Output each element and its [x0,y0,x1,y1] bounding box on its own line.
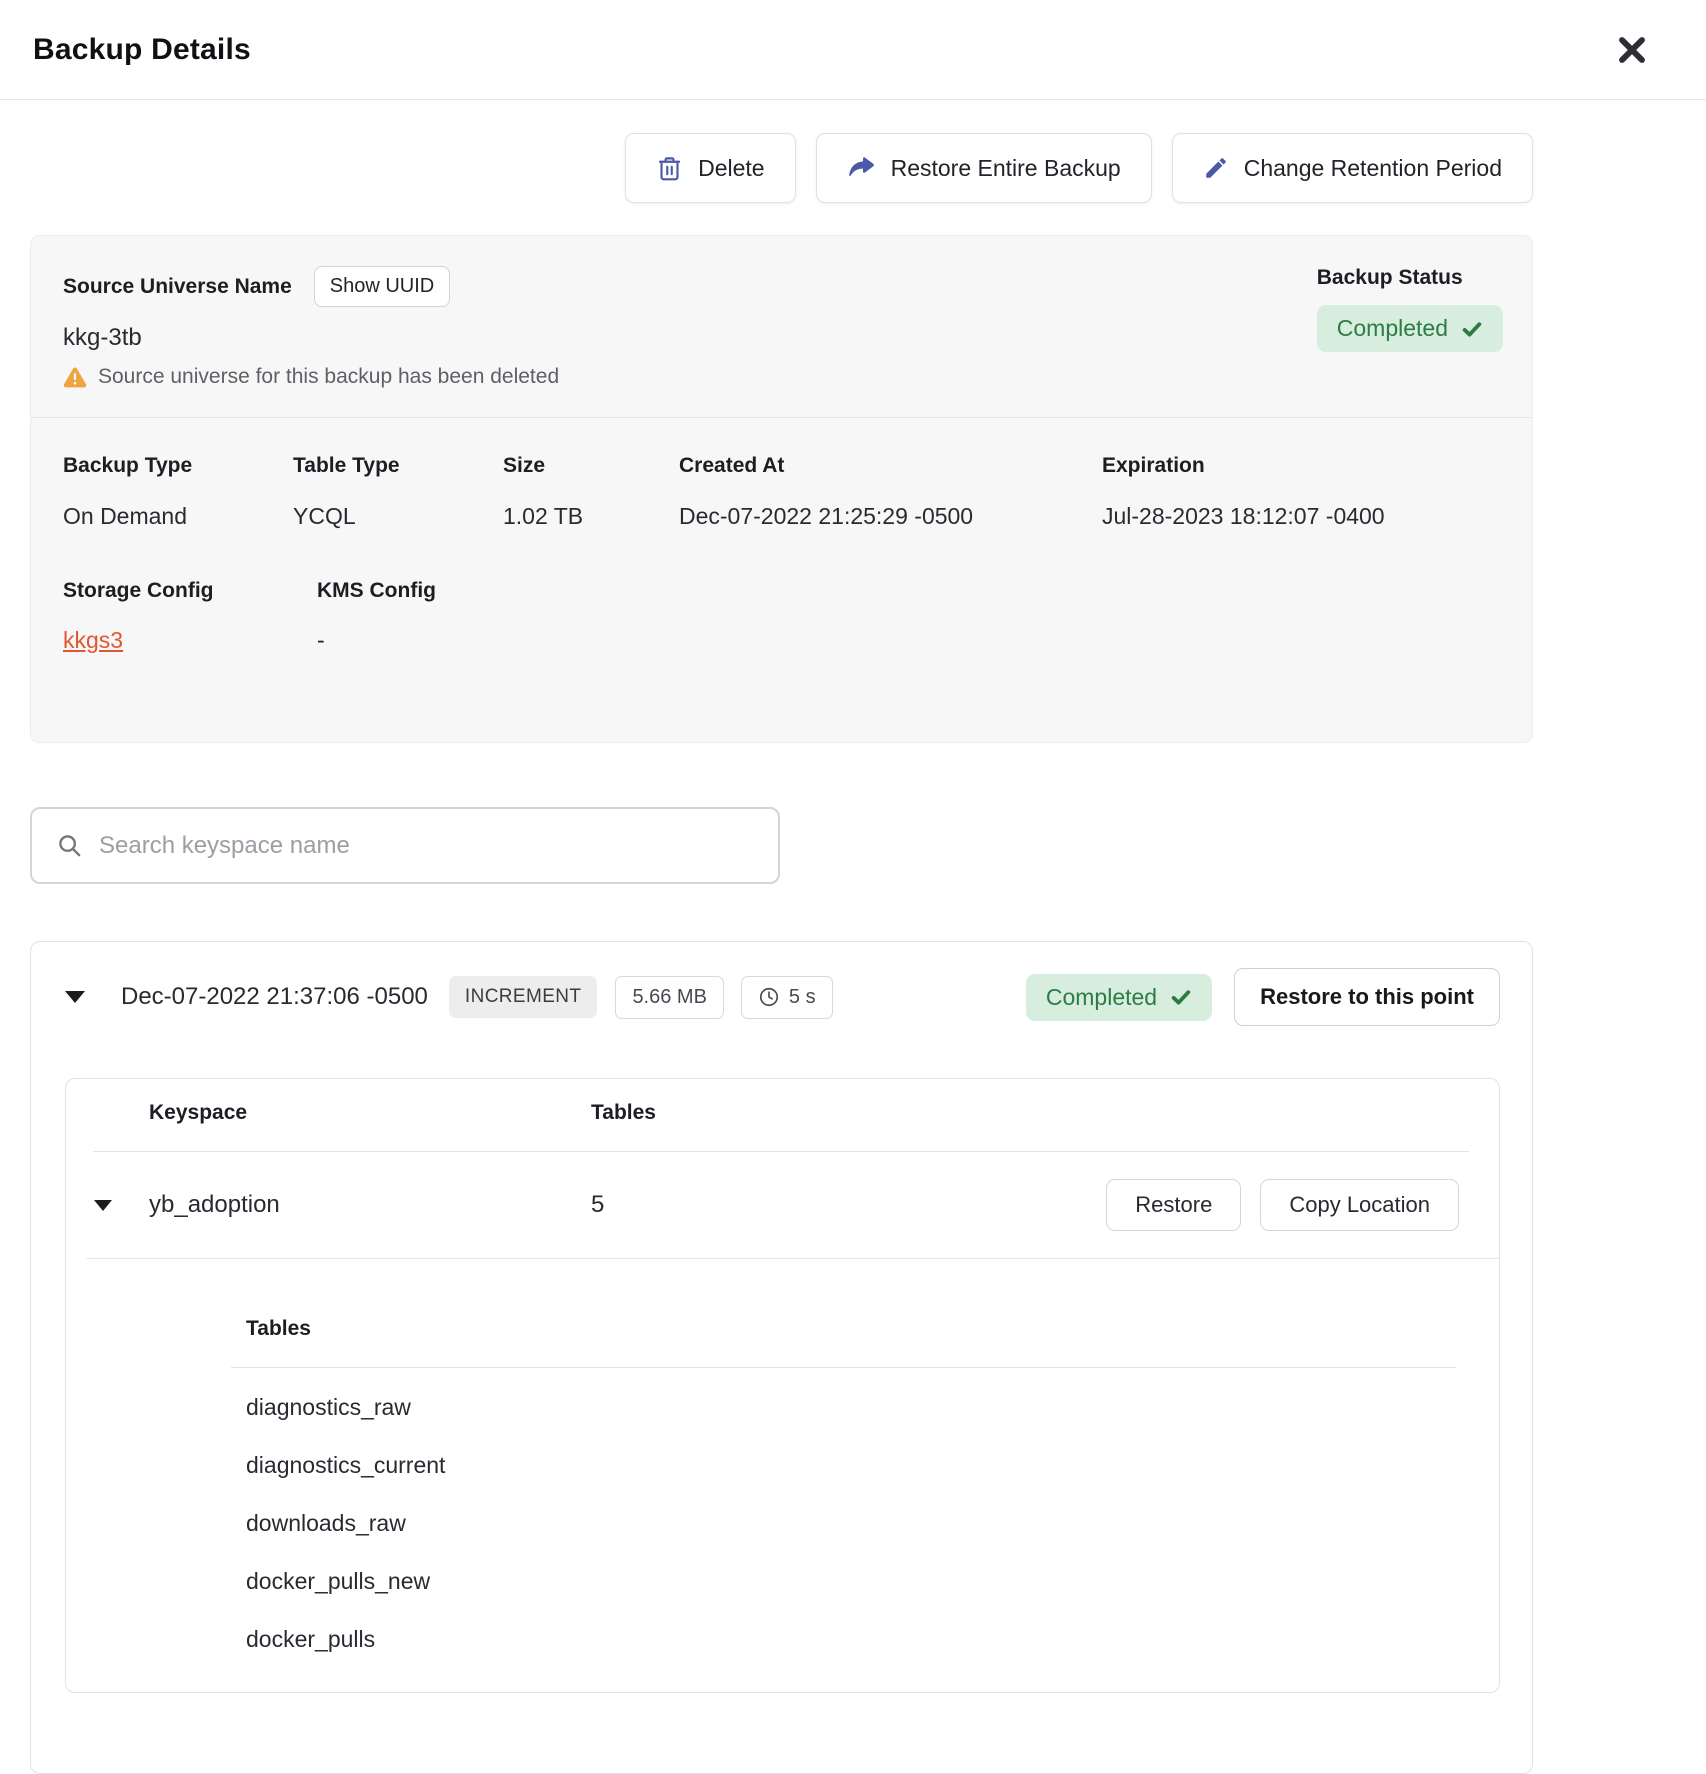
close-icon [1616,34,1648,66]
delete-label: Delete [698,155,764,182]
backup-status-label: Backup Status [1317,266,1503,290]
check-icon [1170,986,1192,1008]
increment-card: Dec-07-2022 21:37:06 -0500 INCREMENT 5.6… [30,941,1533,1774]
check-icon [1461,318,1483,340]
restore-entire-backup-button[interactable]: Restore Entire Backup [816,133,1152,203]
change-retention-period-button[interactable]: Change Retention Period [1172,133,1533,203]
field-size: Size 1.02 TB [503,454,679,530]
tables-section-header: Tables [246,1317,1499,1341]
restore-entire-backup-label: Restore Entire Backup [891,155,1121,182]
created-at-value: Dec-07-2022 21:25:29 -0500 [679,503,1102,530]
chevron-down-icon [94,1200,112,1211]
backup-status-text: Completed [1337,315,1448,342]
keyspace-column-header: Keyspace [149,1101,591,1125]
trash-icon [656,155,683,182]
backup-status-badge: Completed [1317,305,1503,352]
table-list-item: downloads_raw [246,1494,1499,1552]
field-expiration: Expiration Jul-28-2023 18:12:07 -0400 [1102,454,1500,530]
expiration-value: Jul-28-2023 18:12:07 -0400 [1102,503,1500,530]
keyspace-search-box [30,807,780,884]
storage-config-label: Storage Config [63,579,317,603]
keyspace-name: yb_adoption [149,1191,591,1219]
keyspace-table-card: Keyspace Tables yb_adoption 5 Restore Co… [65,1078,1500,1693]
backup-summary-card: Source Universe Name Show UUID kkg-3tb S… [30,235,1533,743]
universe-warning-text: Source universe for this backup has been… [98,365,559,389]
increment-size-badge: 5.66 MB [615,976,723,1019]
field-created-at: Created At Dec-07-2022 21:25:29 -0500 [679,454,1102,530]
table-type-value: YCQL [293,503,503,530]
source-universe-block: Source Universe Name Show UUID kkg-3tb S… [63,266,559,389]
copy-location-button[interactable]: Copy Location [1260,1179,1459,1231]
table-list-item: diagnostics_raw [246,1378,1499,1436]
show-uuid-button[interactable]: Show UUID [314,266,450,307]
increment-duration-badge: 5 s [741,976,833,1019]
backup-type-value: On Demand [63,503,293,530]
keyspace-table-header: Keyspace Tables [66,1101,1499,1151]
close-button[interactable] [1610,28,1654,72]
keyspace-expand-toggle[interactable] [94,1200,134,1211]
search-icon [56,832,83,859]
warning-icon [63,365,87,389]
pencil-icon [1203,155,1229,181]
field-storage-config: Storage Config kkgs3 [63,579,317,654]
table-type-label: Table Type [293,454,503,478]
change-retention-period-label: Change Retention Period [1244,155,1502,182]
increment-status-badge: Completed [1026,974,1212,1021]
page-title: Backup Details [33,33,251,67]
panel-header: Backup Details [0,0,1706,100]
increment-timestamp: Dec-07-2022 21:37:06 -0500 [121,983,428,1011]
field-backup-type: Backup Type On Demand [63,454,293,530]
restore-arrow-icon [847,154,876,183]
keyspace-tables-count: 5 [591,1191,1106,1219]
actions-row: Delete Restore Entire Backup Change Rete… [0,133,1706,203]
backup-type-label: Backup Type [63,454,293,478]
kms-config-label: KMS Config [317,579,1500,603]
divider [86,1258,1499,1259]
created-at-label: Created At [679,454,1102,478]
restore-to-this-point-button[interactable]: Restore to this point [1234,968,1500,1026]
backup-status-block: Backup Status Completed [1317,266,1503,389]
kms-config-value: - [317,627,1500,654]
field-kms-config: KMS Config - [317,579,1500,654]
increment-type-badge: INCREMENT [449,976,598,1018]
search-input[interactable] [99,832,768,860]
tables-column-header: Tables [591,1101,1459,1125]
size-label: Size [503,454,679,478]
keyspace-row[interactable]: yb_adoption 5 Restore Copy Location [66,1152,1499,1258]
delete-button[interactable]: Delete [625,133,795,203]
tables-section: Tables diagnostics_raw diagnostics_curre… [66,1317,1499,1668]
table-list-item: docker_pulls [246,1610,1499,1668]
increment-status-text: Completed [1046,984,1157,1011]
size-value: 1.02 TB [503,503,679,530]
increment-expand-toggle[interactable] [65,991,105,1003]
divider [231,1367,1456,1368]
universe-name: kkg-3tb [63,324,559,352]
increment-duration-text: 5 s [789,986,816,1009]
restore-keyspace-button[interactable]: Restore [1106,1179,1241,1231]
storage-config-link[interactable]: kkgs3 [63,627,123,654]
field-table-type: Table Type YCQL [293,454,503,530]
clock-icon [758,986,780,1008]
increment-header-row: Dec-07-2022 21:37:06 -0500 INCREMENT 5.6… [65,964,1500,1030]
table-list-item: docker_pulls_new [246,1552,1499,1610]
source-universe-label: Source Universe Name [63,275,292,299]
table-list-item: diagnostics_current [246,1436,1499,1494]
chevron-down-icon [65,991,85,1003]
expiration-label: Expiration [1102,454,1500,478]
